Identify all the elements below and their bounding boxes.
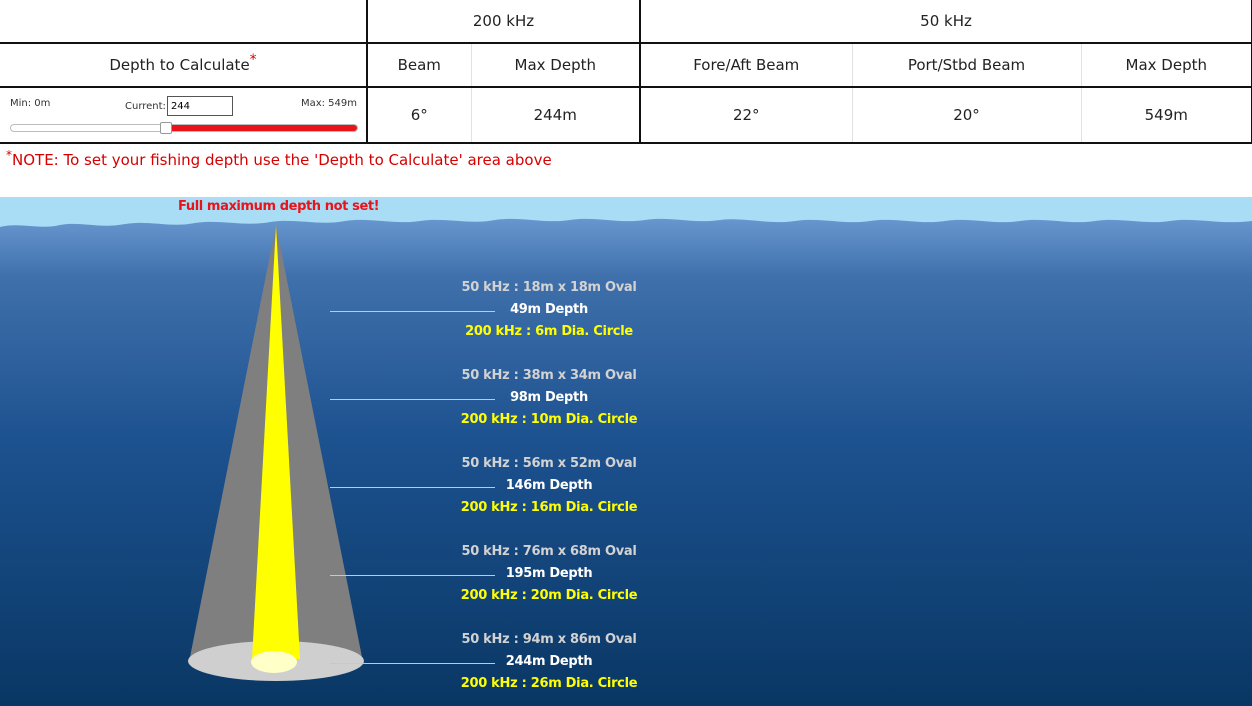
oval-size-label: 50 kHz : 56m x 52m Oval [461,456,637,471]
depth-slider-fill [165,125,357,131]
fore-aft-beam-header: Fore/Aft Beam [639,43,852,88]
max-depth-50-header: Max Depth [1080,43,1252,88]
beam-200-header: Beam [366,43,471,88]
depth-level-2: 50 kHz : 38m x 34m Oval 98m Depth 200 kHz … [429,365,669,431]
depth-label: 146m Depth [505,478,593,493]
depth-level-1: 50 kHz : 18m x 18m Oval 49m Depth 200 kHz … [429,277,669,343]
beam-spec-table: 200 kHz 50 kHz Depth to Calculate* Beam … [0,0,1252,144]
circle-size-label: 200 kHz : 6m Dia. Circle [465,324,633,339]
depth-slider-thumb[interactable] [160,122,172,134]
depth-level-3: 50 kHz : 56m x 52m Oval 146m Depth 200 kHz… [429,453,669,519]
oval-size-label: 50 kHz : 18m x 18m Oval [461,280,637,295]
depth-slider[interactable] [10,122,358,134]
depth-to-calculate-header: Depth to Calculate* [0,43,367,88]
required-asterisk: * [249,52,257,68]
circle-size-label: 200 kHz : 16m Dia. Circle [460,500,638,515]
oval-size-label: 50 kHz : 38m x 34m Oval [461,368,637,383]
max-depth-50-value: 549m [1080,87,1252,144]
fore-aft-beam-value: 22° [639,87,852,144]
port-stbd-beam-value: 20° [851,87,1081,144]
current-depth-input[interactable] [166,96,233,116]
max-depth-warning: Full maximum depth not set! [178,199,380,214]
max-depth-label: Max: 549m [300,98,357,109]
oval-size-label: 50 kHz : 76m x 68m Oval [461,544,637,559]
depth-label: 244m Depth [505,654,593,669]
circle-size-label: 200 kHz : 10m Dia. Circle [460,412,638,427]
depth-label: 195m Depth [505,566,593,581]
min-depth-label: Min: 0m [10,98,51,109]
note-text: NOTE: To set your fishing depth use the … [12,151,552,169]
narrow-beam-footprint [251,651,297,673]
depth-to-calculate-label: Depth to Calculate [109,56,250,74]
depth-label: 49m Depth [510,302,588,317]
current-depth-label: Current: [125,100,166,112]
depth-label: 98m Depth [510,390,588,405]
beam-200-value: 6° [366,87,471,144]
freq-50-header: 50 kHz [638,0,1252,44]
circle-size-label: 200 kHz : 26m Dia. Circle [460,676,638,691]
circle-size-label: 200 kHz : 20m Dia. Circle [460,588,638,603]
empty-corner-cell [0,0,367,44]
max-depth-200-value: 244m [470,87,640,144]
freq-200-header: 200 kHz [366,0,640,44]
depth-level-5: 50 kHz : 94m x 86m Oval 244m Depth 200 kHz… [429,629,669,695]
fishing-depth-note: *NOTE: To set your fishing depth use the… [6,149,552,169]
max-depth-200-header: Max Depth [470,43,640,88]
depth-level-4: 50 kHz : 76m x 68m Oval 195m Depth 200 kHz… [429,541,669,607]
current-depth-group: Current: [125,96,233,116]
port-stbd-beam-header: Port/Stbd Beam [851,43,1081,88]
oval-size-label: 50 kHz : 94m x 86m Oval [461,632,637,647]
depth-calculator-cell: Min: 0m Current: Max: 549m [0,87,367,144]
